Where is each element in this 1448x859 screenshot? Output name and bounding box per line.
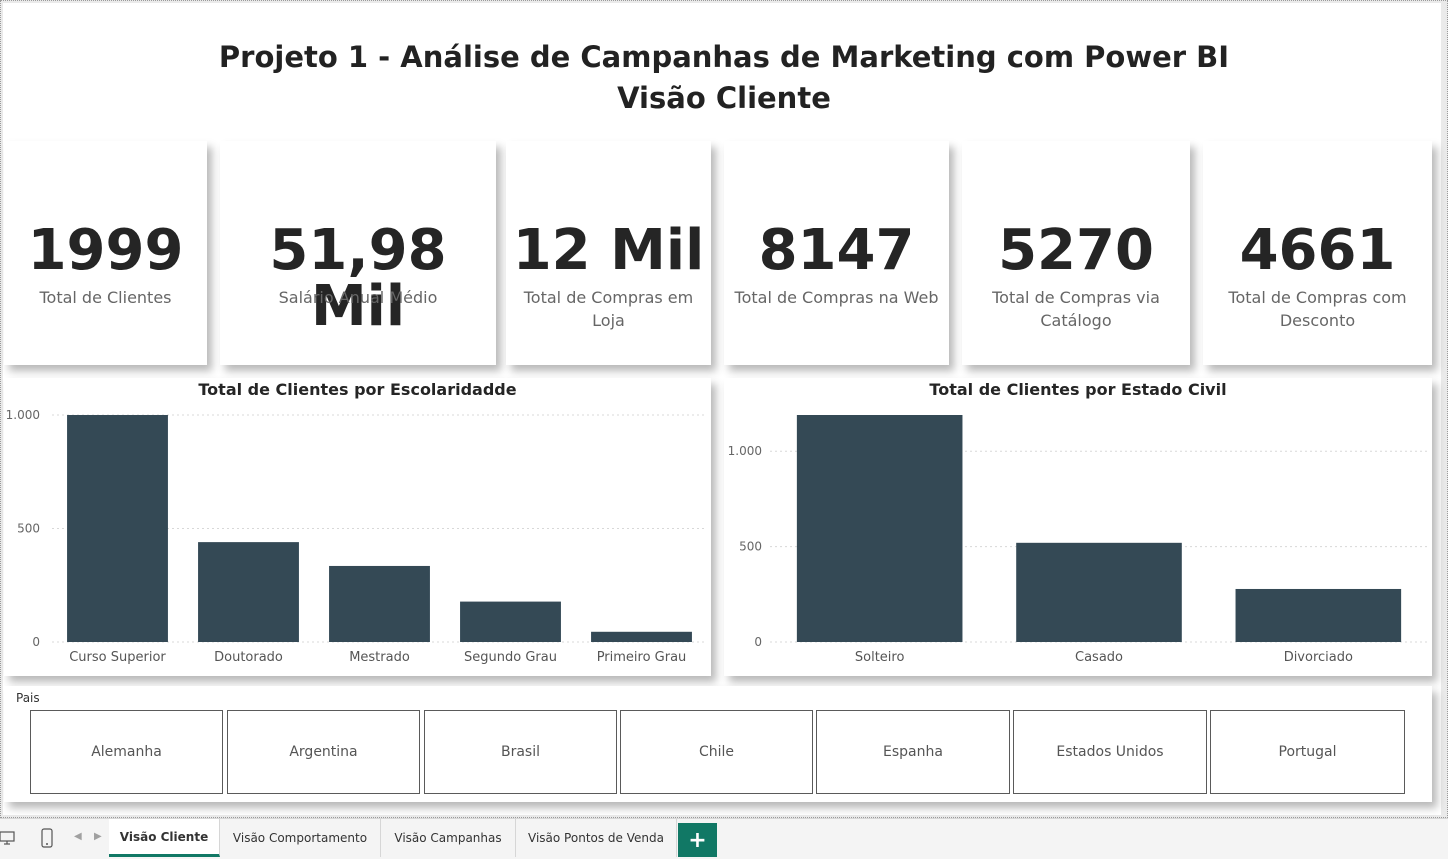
tab-visao-cliente[interactable]: Visão Cliente xyxy=(109,819,220,857)
page-tab-bar: ◀ ▶ Visão Cliente Visão Comportamento Vi… xyxy=(0,818,1448,859)
y-tick-label: 0 xyxy=(32,635,40,649)
y-tick-label: 1.000 xyxy=(6,408,40,422)
kpi-value: 4661 xyxy=(1239,218,1396,283)
slicer-option-alemanha[interactable]: Alemanha xyxy=(30,710,223,794)
bar[interactable] xyxy=(198,542,299,642)
kpi-card-compras-desconto[interactable]: 4661 Total de Compras com Desconto xyxy=(1203,141,1432,365)
x-tick-label: Mestrado xyxy=(349,650,410,665)
phone-layout-icon[interactable] xyxy=(37,827,57,849)
chart-escolaridade[interactable]: Total de Clientes por Escolaridadde 0 500… xyxy=(4,378,711,676)
kpi-value: 12 Mil xyxy=(512,218,705,283)
bar[interactable] xyxy=(329,565,430,642)
report-title: Projeto 1 - Análise de Campanhas de Mark… xyxy=(218,40,1230,74)
x-tick-label: Segundo Grau xyxy=(464,650,557,665)
kpi-label: Total de Compras em Loja xyxy=(523,288,694,330)
x-tick-label: Casado xyxy=(1075,650,1123,665)
bar[interactable] xyxy=(460,601,561,642)
kpi-label: Salário Anual Médio xyxy=(278,288,438,307)
kpi-value: 5270 xyxy=(998,218,1154,283)
bar[interactable] xyxy=(67,415,168,642)
slicer-option-brasil[interactable]: Brasil xyxy=(424,710,617,794)
kpi-card-total-clientes[interactable]: 1999 Total de Clientes xyxy=(4,141,207,365)
tab-visao-campanhas[interactable]: Visão Campanhas xyxy=(381,819,516,857)
bar[interactable] xyxy=(1235,588,1402,642)
kpi-value: 51,98 Mil xyxy=(269,218,447,339)
country-slicer: Pais Alemanha Argentina Brasil Chile Esp… xyxy=(4,686,1432,802)
y-tick-label: 0 xyxy=(754,635,762,649)
slicer-option-estados-unidos[interactable]: Estados Unidos xyxy=(1013,710,1207,794)
x-tick-label: Solteiro xyxy=(855,650,905,665)
y-tick-label: 500 xyxy=(17,522,40,536)
chart-estado-civil-plot: 0 500 1.000 Solteiro Casado Divorciado xyxy=(728,415,1428,665)
desktop-layout-icon[interactable] xyxy=(0,827,17,849)
kpi-label: Total de Compras na Web xyxy=(734,288,939,307)
chart-escolaridade-plot: 0 500 1.000 Curso Superior Doutorado Mestrado… xyxy=(6,408,707,665)
tab-visao-comportamento[interactable]: Visão Comportamento xyxy=(220,819,381,857)
x-tick-label: Divorciado xyxy=(1284,650,1353,665)
kpi-card-salario-anual[interactable]: 51,98 Mil Salário Anual Médio xyxy=(220,141,496,365)
scroll-left-icon[interactable]: ◀ xyxy=(74,831,82,842)
slicer-option-chile[interactable]: Chile xyxy=(620,710,813,794)
x-tick-label: Doutorado xyxy=(214,650,283,665)
kpi-label: Total de Compras com Desconto xyxy=(1228,288,1407,330)
kpi-value: 8147 xyxy=(758,218,915,283)
x-tick-label: Primeiro Grau xyxy=(597,650,687,665)
add-page-button[interactable]: + xyxy=(678,823,717,857)
x-tick-label: Curso Superior xyxy=(69,650,166,665)
bar[interactable] xyxy=(1016,542,1182,642)
slicer-option-espanha[interactable]: Espanha xyxy=(816,710,1010,794)
kpi-card-compras-catalogo[interactable]: 5270 Total de Compras via Catálogo xyxy=(962,141,1190,365)
kpi-card-compras-loja[interactable]: 12 Mil Total de Compras em Loja xyxy=(506,141,711,365)
chart-estado-civil[interactable]: Total de Clientes por Estado Civil 0 500 1… xyxy=(724,378,1432,676)
kpi-label: Total de Clientes xyxy=(39,288,172,307)
y-tick-label: 1.000 xyxy=(728,444,762,458)
bar[interactable] xyxy=(591,631,692,642)
bar[interactable] xyxy=(796,415,963,642)
scroll-right-icon[interactable]: ▶ xyxy=(94,831,102,842)
slicer-title: Pais xyxy=(16,691,40,705)
slicer-option-portugal[interactable]: Portugal xyxy=(1210,710,1405,794)
y-tick-label: 500 xyxy=(739,540,762,554)
kpi-label: Total de Compras via Catálogo xyxy=(992,288,1160,330)
kpi-card-compras-web[interactable]: 8147 Total de Compras na Web xyxy=(724,141,949,365)
kpi-value: 1999 xyxy=(27,218,184,283)
report-subtitle: Visão Cliente xyxy=(617,81,831,115)
slicer-option-argentina[interactable]: Argentina xyxy=(227,710,420,794)
tab-visao-pontos-de-venda[interactable]: Visão Pontos de Venda xyxy=(516,819,677,857)
